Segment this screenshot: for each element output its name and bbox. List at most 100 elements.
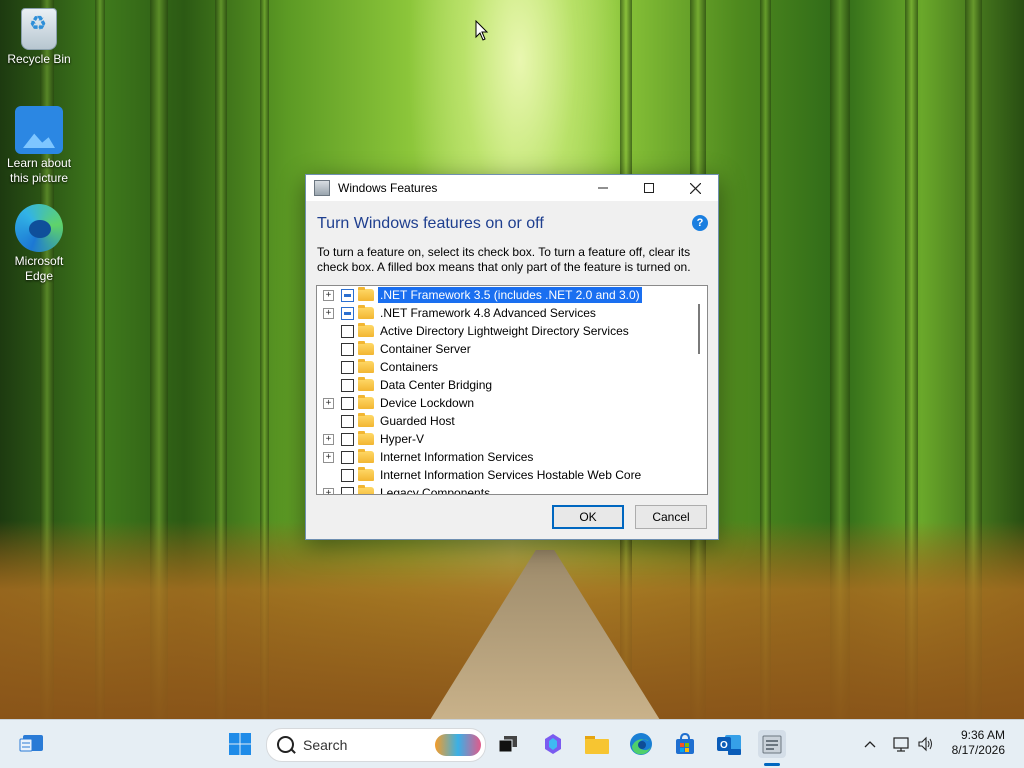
feature-row[interactable]: + .NET Framework 3.5 (includes .NET 2.0 a… <box>317 286 642 304</box>
feature-label: Guarded Host <box>380 414 455 428</box>
desktop-icon-learn-about-picture[interactable]: Learn about this picture <box>4 106 74 186</box>
chevron-up-icon <box>864 741 876 748</box>
folder-icon <box>358 449 374 463</box>
feature-checkbox[interactable] <box>341 432 354 446</box>
expand-icon[interactable]: + <box>323 451 334 463</box>
close-button[interactable] <box>672 175 718 201</box>
desktop-icon-label: Microsoft Edge <box>14 254 64 283</box>
feature-label: Device Lockdown <box>380 396 475 410</box>
help-icon[interactable]: ? <box>692 215 708 231</box>
feature-row[interactable]: Data Center Bridging <box>317 376 494 394</box>
edge-taskbar-button[interactable] <box>627 730 655 758</box>
search-icon <box>277 736 294 753</box>
feature-label: Data Center Bridging <box>380 378 493 392</box>
start-icon <box>229 733 251 755</box>
close-icon <box>689 182 701 194</box>
show-hidden-icons-button[interactable] <box>856 730 884 758</box>
feature-label: Containers <box>380 360 439 374</box>
ok-button[interactable]: OK <box>552 505 624 529</box>
feature-label: Internet Information Services Hostable W… <box>380 468 642 482</box>
expand-icon[interactable]: + <box>323 307 334 319</box>
folder-icon <box>358 485 374 494</box>
feature-checkbox[interactable] <box>341 468 354 482</box>
active-app-indicator <box>764 763 780 766</box>
feature-row[interactable]: Container Server <box>317 340 473 358</box>
feature-checkbox[interactable] <box>341 450 354 464</box>
clock-time: 9:36 AM <box>960 728 1005 742</box>
feature-row[interactable]: + Legacy Components <box>317 484 492 495</box>
svg-text:O: O <box>720 740 728 751</box>
desktop-icon-label: Recycle Bin <box>7 52 71 66</box>
feature-checkbox[interactable] <box>341 324 354 338</box>
cancel-button[interactable]: Cancel <box>635 505 707 529</box>
feature-checkbox[interactable] <box>341 306 354 320</box>
folder-icon <box>358 359 374 373</box>
expand-icon[interactable]: + <box>323 487 334 494</box>
dialog-description: To turn a feature on, select its check b… <box>317 245 691 274</box>
task-view-button[interactable] <box>494 730 522 758</box>
feature-row[interactable]: Active Directory Lightweight Directory S… <box>317 322 631 340</box>
desktop-icon-recycle-bin[interactable]: Recycle Bin <box>4 8 74 67</box>
feature-label: .NET Framework 3.5 (includes .NET 2.0 an… <box>378 287 642 303</box>
file-explorer-icon <box>585 736 609 754</box>
widgets-button[interactable] <box>18 730 46 758</box>
start-button[interactable] <box>226 730 254 758</box>
windows-features-icon <box>314 180 330 196</box>
folder-icon <box>358 305 374 319</box>
feature-checkbox[interactable] <box>341 486 354 494</box>
feature-checkbox[interactable] <box>341 360 354 374</box>
feature-checkbox[interactable] <box>341 288 354 302</box>
feature-row[interactable]: + .NET Framework 4.8 Advanced Services <box>317 304 598 322</box>
mouse-cursor-icon <box>475 19 489 45</box>
volume-icon <box>918 736 932 752</box>
minimize-icon <box>598 187 608 189</box>
feature-label: Active Directory Lightweight Directory S… <box>380 324 629 338</box>
folder-icon <box>358 395 374 409</box>
folder-icon <box>358 377 374 391</box>
feature-checkbox[interactable] <box>341 396 354 410</box>
taskbar-search-box[interactable]: Search <box>266 728 486 762</box>
folder-icon <box>358 287 374 301</box>
store-icon <box>676 733 694 754</box>
windows-features-dialog: Windows Features Turn Windows features o… <box>305 174 719 540</box>
widgets-icon <box>19 735 43 752</box>
expand-icon[interactable]: + <box>323 433 334 445</box>
copilot-button[interactable] <box>539 730 567 758</box>
minimize-button[interactable] <box>580 175 626 201</box>
feature-row[interactable]: + Internet Information Services <box>317 448 535 466</box>
features-scrollbar[interactable] <box>691 286 707 494</box>
feature-row[interactable]: Guarded Host <box>317 412 457 430</box>
file-explorer-button[interactable] <box>583 730 611 758</box>
outlook-button[interactable]: O <box>715 730 743 758</box>
network-icon <box>893 737 909 752</box>
desktop-icon-label: Learn about this picture <box>6 156 72 185</box>
learn-picture-icon <box>15 106 63 154</box>
clock[interactable]: 9:36 AM 8/17/2026 <box>952 728 1005 758</box>
scrollbar-thumb[interactable] <box>698 304 700 354</box>
title-bar[interactable]: Windows Features <box>306 175 718 201</box>
feature-checkbox[interactable] <box>341 378 354 392</box>
maximize-icon <box>644 183 654 193</box>
features-tree[interactable]: + .NET Framework 3.5 (includes .NET 2.0 a… <box>316 285 708 495</box>
feature-row[interactable]: Internet Information Services Hostable W… <box>317 466 643 484</box>
feature-label: Container Server <box>380 342 471 356</box>
windows-features-taskbar-button[interactable] <box>758 730 786 758</box>
feature-checkbox[interactable] <box>341 414 354 428</box>
feature-row[interactable]: + Device Lockdown <box>317 394 476 412</box>
feature-label: Hyper-V <box>380 432 425 446</box>
search-highlight-image <box>435 734 481 756</box>
microsoft-store-button[interactable] <box>671 730 699 758</box>
feature-label: Legacy Components <box>380 486 491 495</box>
folder-icon <box>358 467 374 481</box>
desktop-icon-microsoft-edge[interactable]: Microsoft Edge <box>4 204 74 284</box>
feature-checkbox[interactable] <box>341 342 354 356</box>
recycle-bin-icon <box>21 8 57 50</box>
expand-icon[interactable]: + <box>323 289 334 301</box>
folder-icon <box>358 413 374 427</box>
folder-icon <box>358 431 374 445</box>
volume-button[interactable] <box>912 730 940 758</box>
expand-icon[interactable]: + <box>323 397 334 409</box>
feature-row[interactable]: + Hyper-V <box>317 430 426 448</box>
maximize-button[interactable] <box>626 175 672 201</box>
feature-row[interactable]: Containers <box>317 358 440 376</box>
